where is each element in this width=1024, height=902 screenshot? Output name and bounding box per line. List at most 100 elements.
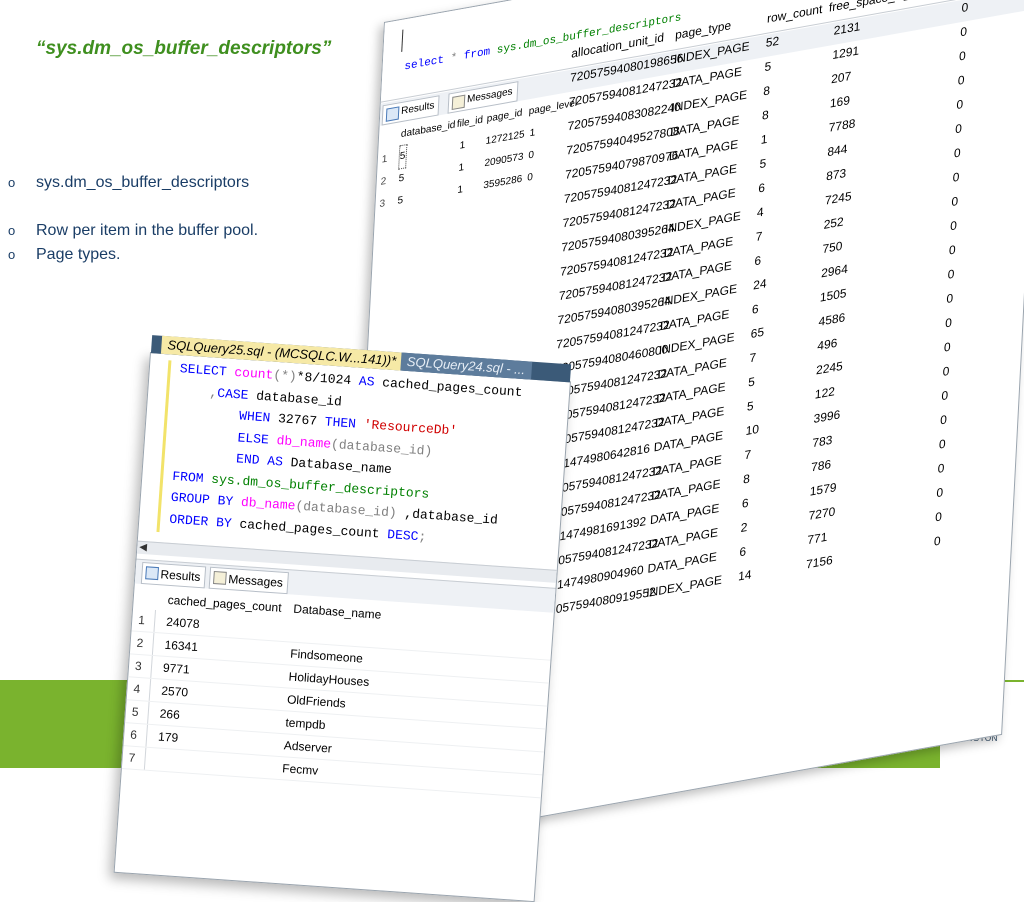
cell-row-count[interactable]: 8 — [743, 466, 751, 491]
cell-file-id[interactable]: 1 — [457, 179, 464, 202]
code-token: database_id — [247, 387, 343, 409]
cell-is-modified[interactable]: 0 — [957, 68, 965, 93]
cell-row-count[interactable]: 14 — [738, 562, 753, 589]
code-token: (database_id) — [294, 498, 398, 521]
cell-cached-pages-count[interactable]: 2570 — [161, 680, 189, 704]
tab-results-label: Results — [160, 567, 201, 585]
cell-page-level[interactable]: 0 — [527, 167, 534, 190]
cell-is-modified[interactable]: 0 — [946, 286, 954, 311]
row-number: 6 — [129, 723, 148, 747]
cell-cached-pages-count[interactable]: 16341 — [164, 634, 199, 658]
row-number: 7 — [127, 746, 147, 770]
row-number: 3 — [379, 198, 386, 211]
cell-page-level[interactable]: 1 — [529, 122, 536, 145]
code-token: 'ResourceDb' — [355, 416, 458, 439]
code-token: DESC — [386, 526, 420, 544]
code-token: CASE — [216, 385, 249, 403]
cell-is-modified[interactable]: 0 — [942, 359, 950, 384]
cell-database-name[interactable]: OldFriends — [286, 688, 347, 714]
cell-is-modified[interactable]: 0 — [936, 480, 944, 505]
cell-cached-pages-count[interactable]: 179 — [157, 726, 179, 749]
cell-is-modified[interactable]: 0 — [937, 456, 945, 481]
front-results-grid: cached_pages_count Database_name 1 24078 2… — [121, 586, 554, 799]
bullet-text: Row per item in the buffer pool. — [36, 222, 259, 239]
cell-row-count[interactable]: 5 — [764, 54, 772, 79]
cell-row-count[interactable]: 65 — [750, 320, 765, 347]
front-query-window: SQLQuery25.sql - (MCSQLC.W...141))* SQLQ… — [113, 335, 572, 902]
code-token: ,database_id — [396, 505, 499, 528]
cell-row-count[interactable]: 5 — [759, 151, 767, 176]
cell-row-count[interactable]: 6 — [751, 296, 759, 321]
message-icon — [212, 570, 227, 585]
cell-is-modified[interactable]: 0 — [945, 310, 953, 335]
code-token: *8/1024 — [296, 369, 360, 389]
cell-row-count[interactable]: 7 — [744, 442, 752, 467]
cell-row-count[interactable]: 8 — [763, 78, 771, 103]
cell-cached-pages-count[interactable]: 9771 — [162, 657, 191, 681]
cell-is-modified[interactable]: 0 — [940, 407, 948, 432]
cell-is-modified[interactable]: 0 — [961, 0, 969, 20]
cell-row-count[interactable]: 24 — [753, 271, 768, 298]
tab-messages-label: Messages — [227, 572, 284, 590]
cell-is-modified[interactable]: 0 — [933, 528, 941, 553]
scroll-left-icon[interactable]: ◀ — [139, 542, 147, 555]
cell-page-level[interactable]: 0 — [528, 144, 535, 167]
cell-is-modified[interactable]: 0 — [947, 262, 955, 287]
code-token: AS — [358, 373, 376, 390]
tab-results[interactable]: Results — [140, 561, 207, 589]
cell-row-count[interactable]: 5 — [746, 394, 754, 419]
code-token: GROUP BY — [170, 489, 234, 510]
code-token: ; — [417, 528, 427, 545]
cell-row-count[interactable]: 10 — [745, 417, 760, 444]
cell-row-count[interactable]: 6 — [739, 539, 747, 564]
cell-is-modified[interactable]: 0 — [941, 383, 949, 408]
cell-free-space[interactable]: 7156 — [805, 548, 833, 577]
cell-file-id[interactable]: 1 — [459, 135, 466, 158]
cell-is-modified[interactable]: 0 — [958, 43, 966, 68]
row-number: 3 — [134, 654, 153, 678]
cell-is-modified[interactable]: 0 — [951, 189, 959, 214]
cell-database-name[interactable]: Adserver — [283, 734, 332, 759]
slide-title: “sys.dm_os_buffer_descriptors” — [36, 38, 332, 59]
code-token: count — [233, 364, 274, 383]
cell-database-name[interactable]: Fecmv — [282, 757, 319, 781]
code-token: WHEN — [176, 404, 271, 426]
row-number: 2 — [380, 175, 387, 188]
code-token: cached_pages_count — [231, 515, 388, 542]
code-token: Database_name — [282, 454, 393, 478]
cell-database-id[interactable]: 5 — [398, 168, 405, 191]
cell-is-modified[interactable]: 0 — [956, 92, 964, 117]
cell-row-count[interactable]: 6 — [741, 491, 749, 516]
cell-database-id[interactable]: 5 — [397, 190, 404, 213]
bullet-mark: o — [8, 175, 16, 190]
cell-row-count[interactable]: 6 — [754, 248, 762, 273]
bullet-item: o sys.dm_os_buffer_descriptors — [8, 174, 249, 192]
cell-is-modified[interactable]: 0 — [938, 431, 946, 456]
cell-database-id[interactable]: 5 — [398, 144, 407, 170]
cell-row-count[interactable]: 7 — [749, 345, 757, 370]
text-caret — [401, 29, 404, 52]
cell-is-modified[interactable]: 0 — [955, 116, 963, 141]
cell-is-modified[interactable]: 0 — [943, 334, 951, 359]
cell-row-count[interactable]: 5 — [748, 369, 756, 394]
cell-is-modified[interactable]: 0 — [960, 19, 968, 44]
cell-row-count[interactable]: 6 — [758, 175, 766, 200]
front-query-editor[interactable]: SELECT count(*)*8/1024 AS cached_pages_c… — [138, 353, 570, 568]
cell-is-modified[interactable]: 0 — [952, 165, 960, 190]
cell-file-id[interactable]: 1 — [458, 157, 465, 180]
cell-row-count[interactable]: 7 — [755, 224, 763, 249]
cell-row-count[interactable]: 4 — [756, 199, 764, 224]
cell-row-count[interactable]: 8 — [761, 102, 769, 127]
cell-cached-pages-count[interactable]: 24078 — [165, 611, 200, 635]
cell-cached-pages-count[interactable]: 266 — [159, 703, 181, 726]
cell-is-modified[interactable]: 0 — [935, 504, 943, 529]
cell-is-modified[interactable]: 0 — [948, 237, 956, 262]
bullet-text: sys.dm_os_buffer_descriptors — [36, 174, 250, 191]
cell-row-count[interactable]: 52 — [765, 28, 780, 55]
cell-database-name[interactable]: tempdb — [285, 711, 326, 736]
cell-row-count[interactable]: 1 — [760, 127, 768, 152]
tab-messages[interactable]: Messages — [208, 566, 289, 595]
cell-row-count[interactable]: 2 — [740, 515, 748, 540]
cell-is-modified[interactable]: 0 — [953, 140, 961, 165]
cell-is-modified[interactable]: 0 — [950, 213, 958, 238]
